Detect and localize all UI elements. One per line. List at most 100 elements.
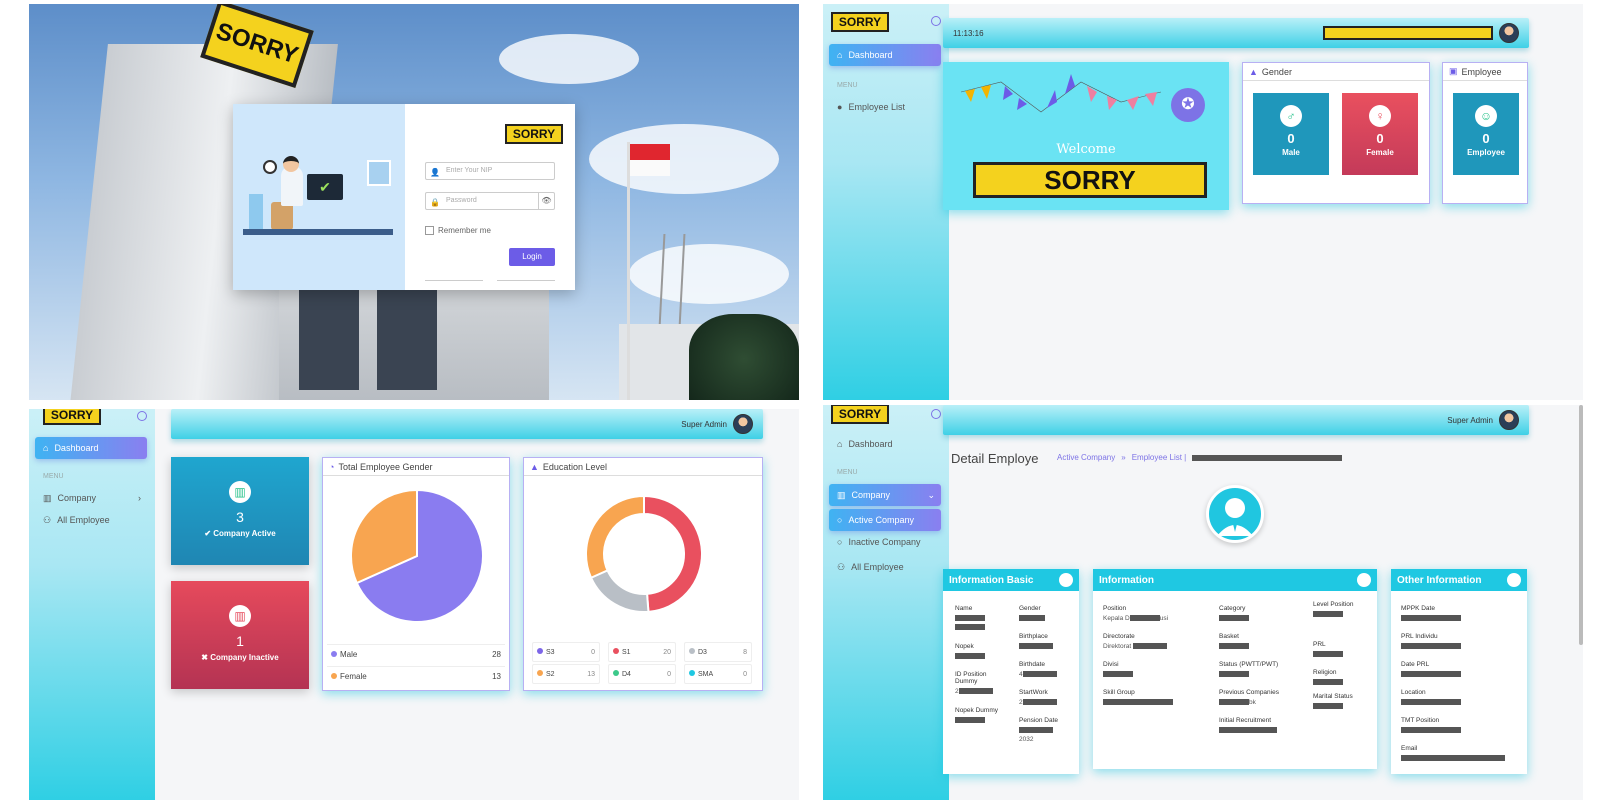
legend-label: Male (331, 650, 357, 659)
user-icon: 👤 (430, 168, 440, 177)
field-nopek: Nopek (955, 643, 989, 659)
field-startwork: StartWork 2 (1019, 689, 1069, 706)
user-icon: ● (837, 102, 843, 112)
breadcrumb-employee-list[interactable]: Employee List | (1132, 453, 1187, 462)
login-screen: SORRY ✔ SORRY 👤 Enter Your NIP 🔒 Passwor… (29, 4, 799, 400)
sidebar-item-active-company[interactable]: ○ Active Company (829, 509, 941, 531)
flag-pole (627, 142, 630, 400)
card-title: Education Level (542, 461, 607, 472)
field-tmt-position: TMT Position (1401, 717, 1511, 733)
sidebar-item-label: Dashboard (848, 50, 893, 60)
slice-s1[interactable] (643, 494, 703, 613)
password-input[interactable]: 🔒 Password 👁 (425, 192, 555, 210)
field-name: Name (955, 605, 989, 630)
page-title: Detail Employe (951, 451, 1039, 466)
inactive-label: ✖ Company Inactive (201, 653, 279, 662)
sidebar-item-employee-list[interactable]: ● Employee List (829, 96, 941, 118)
sidebar-item-dashboard[interactable]: ⌂ Dashboard (35, 437, 147, 459)
divider (425, 280, 483, 281)
person-head (283, 156, 299, 172)
avatar[interactable] (733, 414, 753, 434)
card-title: Other Information (1397, 574, 1482, 586)
sidebar-item-all-employee[interactable]: ⚇ All Employee (829, 556, 941, 578)
field-status: Status (PWTT/PWT) (1219, 661, 1299, 677)
field-initial-recruitment: Initial Recruitment (1219, 717, 1309, 733)
field-divisi: Divisi (1103, 661, 1203, 677)
gender-pie-chart (350, 488, 484, 623)
topbar: Super Admin (943, 405, 1529, 435)
other-information-header: Other Information (1391, 569, 1527, 591)
legend-row-male: Male 28 (327, 644, 505, 664)
slice-s2[interactable] (585, 494, 645, 580)
graduation-cap-icon: ▲ (530, 461, 539, 472)
breadcrumb-active-company[interactable]: Active Company (1057, 453, 1115, 462)
field-birthdate: Birthdate 4 (1019, 661, 1069, 678)
field-level-position: Level Position (1313, 601, 1363, 617)
sidebar-item-company[interactable]: ▥ Company ⌄ (829, 484, 941, 506)
office-illustration: ✔ (233, 104, 405, 290)
checkbox-box[interactable] (425, 226, 434, 235)
remember-checkbox[interactable]: Remember me (425, 226, 491, 235)
field-directorate: Directorate Direktorat (1103, 633, 1203, 650)
field-birthplace: Birthplace (1019, 633, 1069, 649)
users-icon: ⚇ (43, 514, 52, 525)
avatar[interactable] (1499, 23, 1519, 43)
eye-icon[interactable]: 👁 (538, 193, 554, 209)
menu-label: MENU (837, 82, 858, 89)
legend-value: 0 (743, 670, 747, 678)
company-inactive-tile[interactable]: ▥ 1 ✖ Company Inactive (171, 581, 309, 689)
sidebar-item-dashboard[interactable]: ⌂ Dashboard (829, 433, 941, 455)
password-placeholder: Password (446, 197, 477, 204)
field-pension-date: Pension Date 2032 (1019, 717, 1059, 743)
education-chart-card: ▲ Education Level S3 0 S1 20 D3 8 S2 13 D4 0 SMA 0 (523, 457, 763, 691)
company-active-tile[interactable]: ▥ 3 ✔ Company Active (171, 457, 309, 565)
employee-count: 0 (1482, 131, 1490, 146)
id-card-icon: ▣ (1449, 66, 1458, 76)
sidebar-item-label: Dashboard (848, 439, 893, 449)
sidebar-item-inactive-company[interactable]: ○ Inactive Company (829, 531, 941, 553)
legend-value: 13 (587, 670, 595, 678)
legend-label: S1 (613, 648, 631, 656)
legend-value: 13 (492, 672, 501, 681)
field-prl: PRL (1313, 641, 1363, 657)
sidebar-item-dashboard[interactable]: ⌂ Dashboard (829, 44, 941, 66)
gender-chart-header: ◔ Total Employee Gender (323, 458, 509, 476)
users-icon: ⚇ (837, 561, 846, 572)
avatar[interactable] (1499, 410, 1519, 430)
sidebar-item-label: All Employee (851, 562, 904, 572)
field-date-prl: Date PRL (1401, 661, 1511, 677)
menu-label: MENU (837, 469, 858, 476)
user-circle-icon: ☺ (1475, 105, 1497, 127)
welcome-text: Welcome (1056, 142, 1116, 157)
scrollbar[interactable] (1579, 405, 1583, 645)
welcome-card: ✪ Welcome SORRY (943, 62, 1229, 210)
topbar: Super Admin (171, 409, 763, 439)
breadcrumb: Active Company » Employee List | (1057, 453, 1343, 462)
information-card: Information Position Kepala Dusi Category… (1093, 569, 1377, 769)
legend-value: 20 (663, 648, 671, 656)
female-count: 0 (1376, 131, 1384, 146)
information-basic-card: Information Basic Name Gender Nopek Birt… (943, 569, 1079, 774)
banner-logo (1323, 26, 1493, 40)
sidebar-toggle-icon[interactable] (931, 409, 941, 419)
slice-d3[interactable] (589, 569, 650, 613)
bank-icon: ▥ (229, 605, 251, 627)
field-skill-group: Skill Group (1103, 689, 1203, 705)
field-id-position-dummy: ID Position Dummy 2 (955, 671, 1005, 695)
sidebar-toggle-icon[interactable] (137, 411, 147, 421)
inactive-count: 1 (236, 633, 244, 649)
field-religion: Religion (1313, 669, 1363, 685)
sidebar-toggle-icon[interactable] (931, 16, 941, 26)
female-icon: ♀ (1369, 105, 1391, 127)
login-button[interactable]: Login (509, 248, 555, 266)
field-position: Position Kepala Dusi (1103, 605, 1169, 622)
chevron-down-icon: ⌄ (927, 489, 935, 500)
legend-value: 8 (743, 648, 747, 656)
divider (497, 280, 555, 281)
nip-input[interactable]: 👤 Enter Your NIP (425, 162, 555, 180)
field-category: Category (1219, 605, 1289, 621)
person (281, 166, 303, 206)
sidebar-item-all-employee[interactable]: ⚇ All Employee (35, 509, 147, 531)
user-name: Super Admin (681, 419, 727, 429)
sidebar-item-company[interactable]: ▥ Company › (35, 487, 147, 509)
